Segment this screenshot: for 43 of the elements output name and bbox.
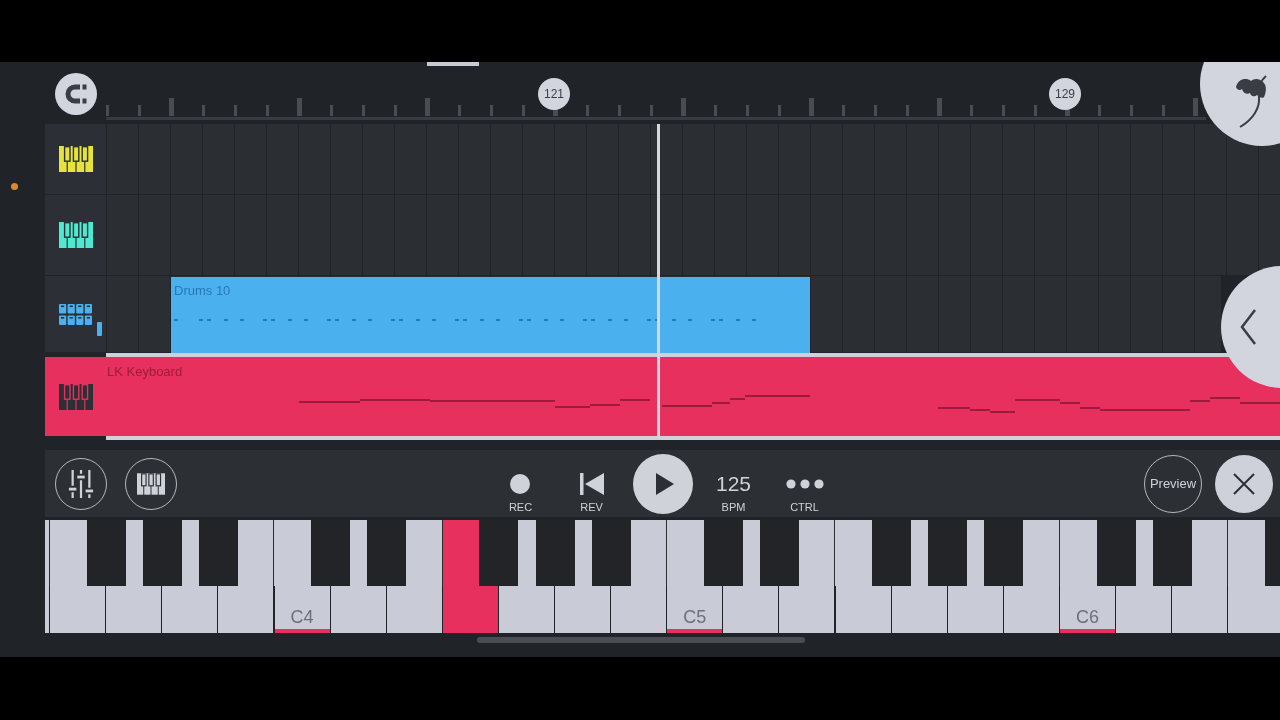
tempo-button[interactable]: 125 BPM [715,474,751,513]
bar-marker: 121 [538,78,570,110]
sliders-icon [68,467,94,500]
controls-button[interactable]: CTRL [785,479,824,513]
sharp-key[interactable] [984,520,1024,586]
sharp-key[interactable] [703,520,743,586]
sharp-key[interactable] [928,520,968,586]
rewind-button[interactable]: REV [579,473,604,513]
sharp-key[interactable] [86,520,126,586]
record-button[interactable]: REC [508,474,533,513]
sharp-key[interactable] [535,520,575,586]
sharp-key[interactable] [1096,520,1136,586]
clip-label: Drums 10 [173,282,231,298]
octave-marker-icon [1059,629,1115,633]
scrollbar[interactable] [477,637,805,643]
sharp-key[interactable] [142,520,182,586]
magnet-icon [63,82,88,106]
level-bar-icon [97,322,102,336]
close-button[interactable] [1215,454,1273,513]
octave-marker-icon [667,629,723,633]
piano-icon [58,383,93,410]
octave-marker-icon [274,629,330,633]
play-icon [655,472,674,495]
track-header[interactable] [45,357,106,437]
close-icon [1233,472,1255,495]
snap-button[interactable] [54,73,97,115]
sharp-key[interactable] [591,520,631,586]
sharp-key[interactable] [1152,520,1192,586]
sharp-key[interactable] [198,520,238,586]
scroll-indicator [427,62,479,66]
clip-label: LK Keyboard [106,363,183,379]
skip-back-icon [579,473,604,495]
sharp-key[interactable] [367,520,407,586]
sharp-key[interactable] [759,520,799,586]
sharp-key[interactable] [311,520,351,586]
bar-marker: 129 [1049,78,1081,110]
sharp-key[interactable] [479,520,519,586]
more-icon [785,479,824,489]
piano-icon [137,472,165,495]
sharp-key[interactable] [872,520,912,586]
fruit-icon [1234,75,1268,129]
record-icon [510,474,531,494]
chevron-left-icon [1240,309,1256,345]
